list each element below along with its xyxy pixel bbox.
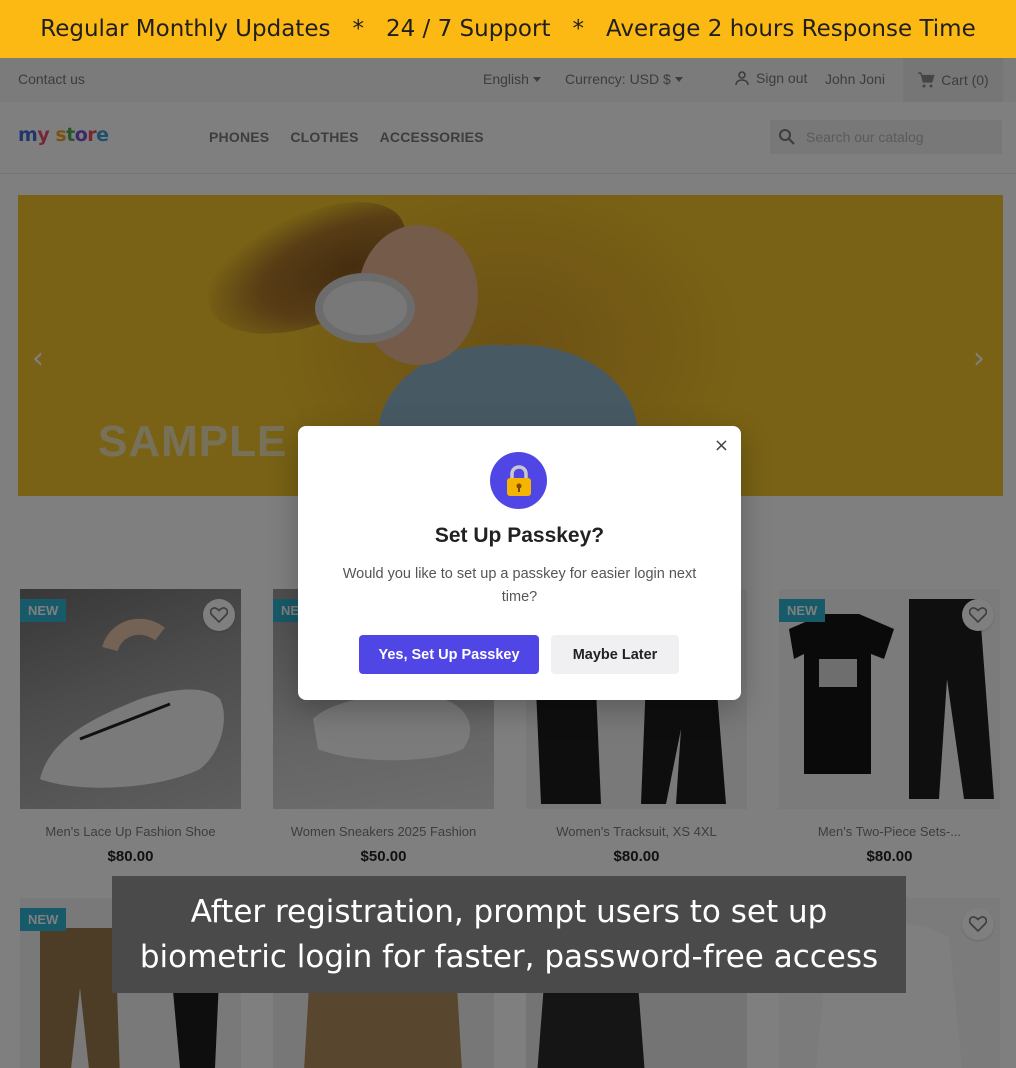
setup-passkey-button[interactable]: Yes, Set Up Passkey (359, 635, 539, 674)
promo-separator: * (572, 16, 584, 42)
dialog-message: Would you like to set up a passkey for e… (342, 566, 697, 605)
maybe-later-button[interactable]: Maybe Later (551, 635, 679, 674)
passkey-dialog: × Set Up Passkey? Would you like to set … (298, 426, 741, 700)
promo-banner: Regular Monthly Updates * 24 / 7 Support… (0, 0, 1016, 58)
promo-monthly-updates: Regular Monthly Updates (40, 16, 331, 42)
promo-support: 24 / 7 Support (385, 16, 551, 42)
caption-banner: After registration, prompt users to set … (112, 876, 906, 993)
dialog-title: Set Up Passkey? (434, 524, 605, 547)
promo-separator: * (352, 16, 364, 42)
close-icon[interactable]: × (714, 435, 729, 456)
padlock-icon (490, 452, 547, 509)
promo-response-time: Average 2 hours Response Time (605, 16, 976, 42)
